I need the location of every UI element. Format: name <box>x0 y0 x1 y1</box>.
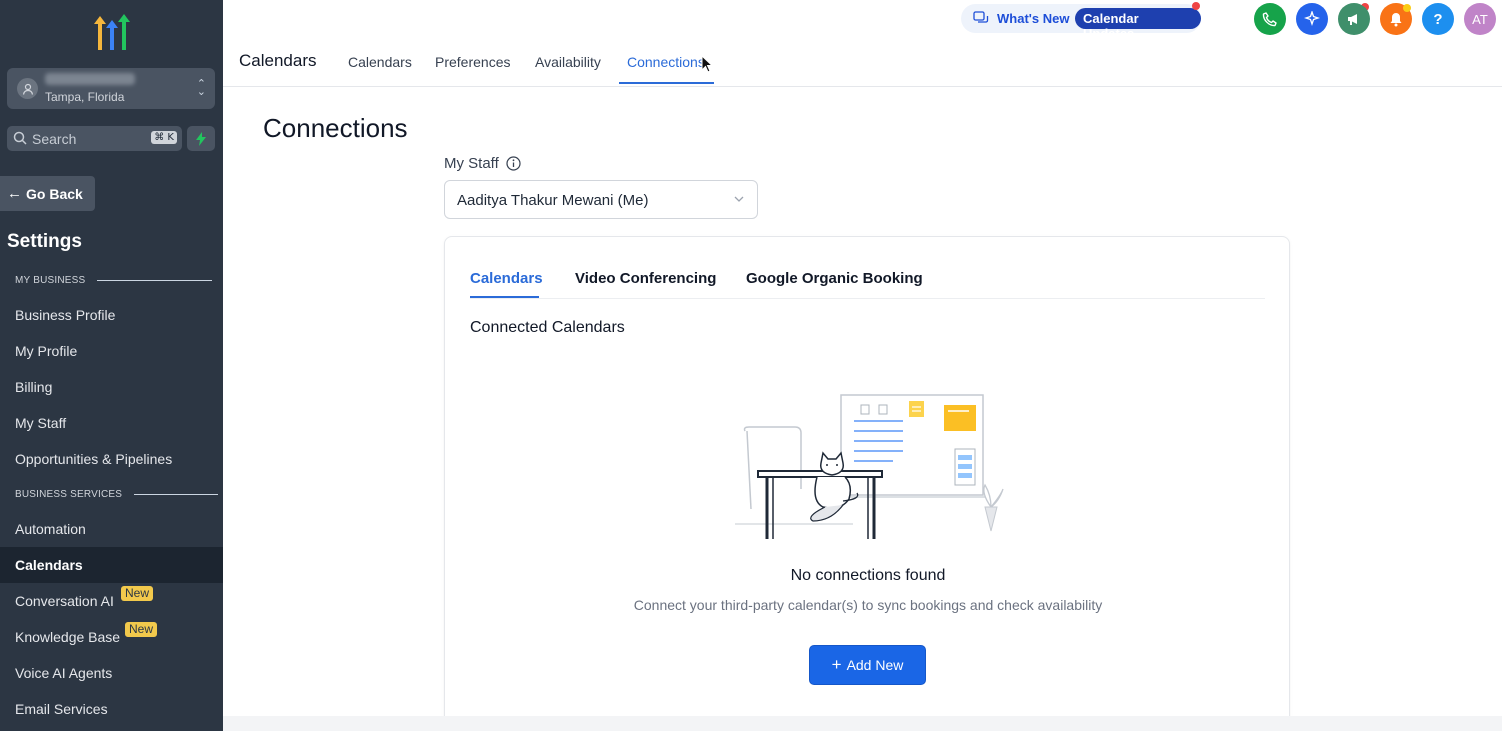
sidebar-search[interactable]: Search ⌘ K <box>7 126 182 151</box>
phone-icon <box>1262 12 1277 27</box>
lightning-icon <box>196 131 206 146</box>
mouse-cursor-icon <box>701 55 713 73</box>
chevron-down-icon <box>734 196 744 202</box>
sidebar-item-automation[interactable]: Automation <box>0 511 223 547</box>
user-avatar[interactable]: AT <box>1464 3 1496 35</box>
search-input[interactable]: Search <box>32 131 76 147</box>
location-icon <box>17 78 38 99</box>
sidebar-item-my-staff[interactable]: My Staff <box>0 405 223 441</box>
chevron-updown-icon: ⌃ ⌄ <box>196 78 206 98</box>
phone-button[interactable] <box>1254 3 1286 35</box>
tab-availability[interactable]: Availability <box>535 54 601 70</box>
notification-dot <box>1192 2 1200 10</box>
plus-icon: + <box>831 655 842 674</box>
empty-state-title: No connections found <box>790 567 946 584</box>
staff-select-value: Aaditya Thakur Mewani (Me) <box>457 192 649 209</box>
megaphone-icon <box>1348 14 1357 25</box>
active-card-tab-indicator <box>470 296 539 298</box>
section-business-services: BUSINESS SERVICES <box>15 489 219 500</box>
settings-title: Settings <box>7 231 82 252</box>
arrow-left-icon: ← <box>7 185 22 202</box>
calendar-updates-badge[interactable]: Calendar Updates <box>1075 8 1201 41</box>
help-icon: ? <box>1433 10 1443 28</box>
top-bar: Calendars Calendars Preferences Availabi… <box>223 0 1502 87</box>
quick-action-button[interactable] <box>187 126 215 151</box>
location-subtitle: Tampa, Florida <box>45 90 125 104</box>
sidebar-item-conversation-ai[interactable]: Conversation AI <box>0 583 223 619</box>
whats-new-pill[interactable]: What's New Calendar Updates <box>961 4 1201 41</box>
info-icon[interactable] <box>506 156 521 171</box>
staff-select[interactable]: Aaditya Thakur Mewani (Me) <box>444 180 758 219</box>
active-tab-indicator <box>619 82 714 84</box>
help-button[interactable]: ? <box>1422 3 1454 35</box>
search-icon <box>13 131 27 145</box>
tab-connections[interactable]: Connections <box>627 54 705 70</box>
sidebar-item-knowledge-base[interactable]: Knowledge Base <box>0 619 223 655</box>
page-title: Connections <box>263 113 408 143</box>
sidebar-item-billing[interactable]: Billing <box>0 369 223 405</box>
location-name-blurred <box>45 73 135 85</box>
page-label: Calendars <box>239 51 317 70</box>
app-logo-icon[interactable] <box>91 14 133 52</box>
card-tab-video-conferencing[interactable]: Video Conferencing <box>575 270 716 287</box>
tab-calendars[interactable]: Calendars <box>348 54 412 70</box>
add-new-button[interactable]: + Add New <box>809 645 926 685</box>
go-back-label: Go Back <box>26 185 83 202</box>
bottom-band <box>223 716 1502 731</box>
empty-state-subtitle: Connect your third-party calendar(s) to … <box>633 597 1103 613</box>
empty-state-illustration <box>735 394 1004 539</box>
location-switcher[interactable]: Tampa, Florida ⌃ ⌄ <box>7 68 215 109</box>
sidebar-item-my-profile[interactable]: My Profile <box>0 333 223 369</box>
notification-dot <box>1403 4 1411 12</box>
go-back-button[interactable]: ← Go Back <box>0 176 95 211</box>
sidebar-item-email-services[interactable]: Email Services <box>0 691 223 727</box>
new-badge: New <box>121 586 154 601</box>
sidebar-item-business-profile[interactable]: Business Profile <box>0 297 223 333</box>
search-shortcut: ⌘ K <box>151 131 177 144</box>
add-new-label: Add New <box>846 657 904 673</box>
new-badge: New <box>125 622 158 637</box>
announcements-button[interactable] <box>1338 3 1370 35</box>
ai-assistant-button[interactable] <box>1296 3 1328 35</box>
tabs-divider <box>470 298 1265 299</box>
sidebar-item-opportunities[interactable]: Opportunities & Pipelines <box>0 441 223 477</box>
sidebar-item-voice-ai[interactable]: Voice AI Agents <box>0 655 223 691</box>
card-tab-google-organic-booking[interactable]: Google Organic Booking <box>746 270 923 287</box>
card-tab-calendars[interactable]: Calendars <box>470 270 543 287</box>
connections-card: Calendars Video Conferencing Google Orga… <box>444 236 1290 731</box>
chat-updates-icon <box>973 11 989 23</box>
tab-preferences[interactable]: Preferences <box>435 54 510 70</box>
whats-new-label: What's New <box>997 11 1070 26</box>
connected-calendars-title: Connected Calendars <box>470 319 625 336</box>
section-my-business: MY BUSINESS <box>15 275 213 286</box>
sidebar-item-calendars[interactable]: Calendars <box>0 547 223 583</box>
sidebar: Tampa, Florida ⌃ ⌄ Search ⌘ K ← Go Back S… <box>0 0 223 731</box>
my-staff-label: My Staff <box>444 155 521 172</box>
bell-icon <box>1390 13 1402 27</box>
sparkle-icon <box>1304 11 1320 27</box>
